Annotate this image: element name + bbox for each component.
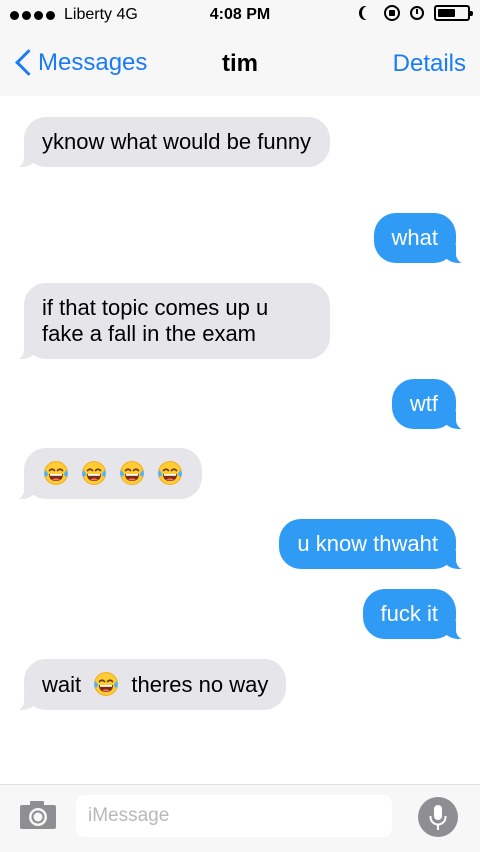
- navigation-bar: Messages tim Details: [0, 32, 480, 96]
- message-text: wait: [42, 672, 82, 697]
- tears-of-joy-emoji-icon: [157, 460, 183, 486]
- message-bubble-received[interactable]: wait theres no way: [9, 659, 287, 711]
- microphone-button[interactable]: [418, 797, 458, 837]
- message-bubble-sent[interactable]: wtf: [391, 379, 471, 430]
- camera-icon[interactable]: [18, 799, 58, 831]
- message-bubble-sent[interactable]: fuck it: [362, 589, 471, 640]
- message-text: yknow what would be funny: [42, 129, 312, 154]
- details-button[interactable]: Details: [393, 50, 466, 78]
- message-bubble-received[interactable]: [9, 448, 203, 500]
- message-text: wtf: [409, 391, 438, 416]
- alarm-icon: [410, 6, 424, 20]
- message-bubble-received[interactable]: if that topic comes up u fake a fall in …: [10, 283, 330, 360]
- tears-of-joy-emoji-icon: [43, 460, 69, 486]
- microphone-icon: [429, 805, 447, 830]
- message-text: theres no way: [131, 672, 269, 697]
- message-text: fuck it: [380, 601, 438, 626]
- moon-icon: [362, 6, 374, 20]
- message-text: what: [391, 225, 438, 250]
- tears-of-joy-emoji-icon: [81, 460, 107, 486]
- message-input-bar: [0, 784, 480, 852]
- message-bubble-received[interactable]: yknow what would be funny: [10, 117, 330, 168]
- battery-icon: [434, 5, 473, 21]
- status-bar: Liberty 4G 4:08 PM: [0, 0, 480, 32]
- message-bubble-sent[interactable]: what: [373, 213, 471, 264]
- tears-of-joy-emoji-icon: [119, 460, 145, 486]
- message-bubble-sent[interactable]: u know thwaht: [279, 519, 470, 570]
- battery-level: [438, 9, 455, 17]
- rotation-lock-icon: [384, 5, 400, 21]
- tears-of-joy-emoji-icon: [93, 671, 119, 697]
- imessage-input[interactable]: [76, 795, 392, 837]
- message-text: if that topic comes up u fake a fall in …: [42, 295, 269, 346]
- status-icons: [358, 5, 473, 21]
- message-text: u know thwaht: [297, 531, 438, 556]
